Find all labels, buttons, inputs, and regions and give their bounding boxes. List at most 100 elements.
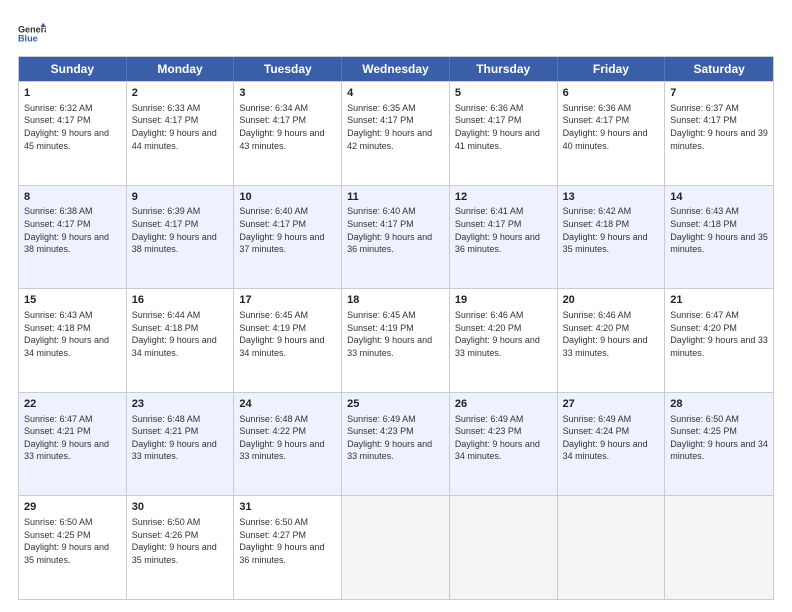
week-row-4: 22 Sunrise: 6:47 AM Sunset: 4:21 PM Dayl… — [19, 392, 773, 496]
header: General Blue — [18, 16, 774, 48]
day-15-cell: 15 Sunrise: 6:43 AM Sunset: 4:18 PM Dayl… — [19, 289, 127, 392]
day-1-cell: 1 Sunrise: 6:32 AM Sunset: 4:17 PM Dayli… — [19, 82, 127, 185]
sunset-text: Sunset: 4:19 PM — [347, 323, 414, 333]
day-27-cell: 27 Sunrise: 6:49 AM Sunset: 4:24 PM Dayl… — [558, 393, 666, 496]
sunrise-text: Sunrise: 6:40 AM — [347, 206, 416, 216]
daylight-text: Daylight: 9 hours and 40 minutes. — [563, 128, 648, 151]
header-wednesday: Wednesday — [342, 57, 450, 81]
day-number: 26 — [455, 397, 552, 412]
day-6-cell: 6 Sunrise: 6:36 AM Sunset: 4:17 PM Dayli… — [558, 82, 666, 185]
day-14-cell: 14 Sunrise: 6:43 AM Sunset: 4:18 PM Dayl… — [665, 186, 773, 289]
daylight-text: Daylight: 9 hours and 34 minutes. — [670, 439, 768, 462]
day-7-cell: 7 Sunrise: 6:37 AM Sunset: 4:17 PM Dayli… — [665, 82, 773, 185]
day-number: 13 — [563, 190, 660, 205]
daylight-text: Daylight: 9 hours and 39 minutes. — [670, 128, 768, 151]
sunrise-text: Sunrise: 6:39 AM — [132, 206, 201, 216]
day-number: 8 — [24, 190, 121, 205]
day-number: 14 — [670, 190, 768, 205]
day-10-cell: 10 Sunrise: 6:40 AM Sunset: 4:17 PM Dayl… — [234, 186, 342, 289]
day-31-cell: 31 Sunrise: 6:50 AM Sunset: 4:27 PM Dayl… — [234, 496, 342, 599]
logo-icon: General Blue — [18, 20, 46, 48]
daylight-text: Daylight: 9 hours and 42 minutes. — [347, 128, 432, 151]
sunset-text: Sunset: 4:27 PM — [239, 530, 306, 540]
sunrise-text: Sunrise: 6:50 AM — [239, 517, 308, 527]
sunset-text: Sunset: 4:17 PM — [347, 115, 414, 125]
day-number: 28 — [670, 397, 768, 412]
daylight-text: Daylight: 9 hours and 38 minutes. — [132, 232, 217, 255]
sunrise-text: Sunrise: 6:35 AM — [347, 103, 416, 113]
day-number: 2 — [132, 86, 229, 101]
week-row-2: 8 Sunrise: 6:38 AM Sunset: 4:17 PM Dayli… — [19, 185, 773, 289]
day-21-cell: 21 Sunrise: 6:47 AM Sunset: 4:20 PM Dayl… — [665, 289, 773, 392]
sunset-text: Sunset: 4:17 PM — [132, 115, 199, 125]
header-saturday: Saturday — [665, 57, 773, 81]
sunrise-text: Sunrise: 6:38 AM — [24, 206, 93, 216]
day-23-cell: 23 Sunrise: 6:48 AM Sunset: 4:21 PM Dayl… — [127, 393, 235, 496]
daylight-text: Daylight: 9 hours and 33 minutes. — [670, 335, 768, 358]
day-number: 12 — [455, 190, 552, 205]
day-number: 19 — [455, 293, 552, 308]
day-17-cell: 17 Sunrise: 6:45 AM Sunset: 4:19 PM Dayl… — [234, 289, 342, 392]
day-number: 15 — [24, 293, 121, 308]
day-number: 6 — [563, 86, 660, 101]
sunset-text: Sunset: 4:17 PM — [132, 219, 199, 229]
sunrise-text: Sunrise: 6:49 AM — [347, 414, 416, 424]
day-number: 5 — [455, 86, 552, 101]
sunset-text: Sunset: 4:25 PM — [24, 530, 91, 540]
sunset-text: Sunset: 4:20 PM — [563, 323, 630, 333]
sunset-text: Sunset: 4:19 PM — [239, 323, 306, 333]
daylight-text: Daylight: 9 hours and 36 minutes. — [455, 232, 540, 255]
daylight-text: Daylight: 9 hours and 35 minutes. — [563, 232, 648, 255]
empty-cell — [665, 496, 773, 599]
day-number: 30 — [132, 500, 229, 515]
daylight-text: Daylight: 9 hours and 43 minutes. — [239, 128, 324, 151]
day-18-cell: 18 Sunrise: 6:45 AM Sunset: 4:19 PM Dayl… — [342, 289, 450, 392]
daylight-text: Daylight: 9 hours and 33 minutes. — [347, 335, 432, 358]
sunrise-text: Sunrise: 6:33 AM — [132, 103, 201, 113]
sunrise-text: Sunrise: 6:37 AM — [670, 103, 739, 113]
sunset-text: Sunset: 4:23 PM — [455, 426, 522, 436]
sunset-text: Sunset: 4:17 PM — [563, 115, 630, 125]
day-number: 16 — [132, 293, 229, 308]
day-16-cell: 16 Sunrise: 6:44 AM Sunset: 4:18 PM Dayl… — [127, 289, 235, 392]
sunrise-text: Sunrise: 6:49 AM — [563, 414, 632, 424]
sunset-text: Sunset: 4:24 PM — [563, 426, 630, 436]
sunset-text: Sunset: 4:18 PM — [132, 323, 199, 333]
sunrise-text: Sunrise: 6:42 AM — [563, 206, 632, 216]
sunset-text: Sunset: 4:20 PM — [670, 323, 737, 333]
daylight-text: Daylight: 9 hours and 33 minutes. — [455, 335, 540, 358]
daylight-text: Daylight: 9 hours and 33 minutes. — [347, 439, 432, 462]
sunrise-text: Sunrise: 6:44 AM — [132, 310, 201, 320]
day-number: 22 — [24, 397, 121, 412]
week-row-3: 15 Sunrise: 6:43 AM Sunset: 4:18 PM Dayl… — [19, 288, 773, 392]
day-20-cell: 20 Sunrise: 6:46 AM Sunset: 4:20 PM Dayl… — [558, 289, 666, 392]
svg-text:Blue: Blue — [18, 34, 38, 44]
daylight-text: Daylight: 9 hours and 35 minutes. — [670, 232, 768, 255]
sunset-text: Sunset: 4:18 PM — [24, 323, 91, 333]
sunrise-text: Sunrise: 6:34 AM — [239, 103, 308, 113]
day-number: 4 — [347, 86, 444, 101]
daylight-text: Daylight: 9 hours and 44 minutes. — [132, 128, 217, 151]
empty-cell — [558, 496, 666, 599]
sunrise-text: Sunrise: 6:45 AM — [239, 310, 308, 320]
day-number: 31 — [239, 500, 336, 515]
empty-cell — [342, 496, 450, 599]
day-number: 25 — [347, 397, 444, 412]
sunrise-text: Sunrise: 6:50 AM — [24, 517, 93, 527]
calendar-header: Sunday Monday Tuesday Wednesday Thursday… — [19, 57, 773, 81]
sunset-text: Sunset: 4:17 PM — [24, 115, 91, 125]
header-monday: Monday — [127, 57, 235, 81]
day-30-cell: 30 Sunrise: 6:50 AM Sunset: 4:26 PM Dayl… — [127, 496, 235, 599]
sunrise-text: Sunrise: 6:48 AM — [239, 414, 308, 424]
sunrise-text: Sunrise: 6:43 AM — [670, 206, 739, 216]
header-friday: Friday — [558, 57, 666, 81]
sunset-text: Sunset: 4:17 PM — [239, 219, 306, 229]
sunset-text: Sunset: 4:21 PM — [132, 426, 199, 436]
sunset-text: Sunset: 4:26 PM — [132, 530, 199, 540]
sunrise-text: Sunrise: 6:48 AM — [132, 414, 201, 424]
day-26-cell: 26 Sunrise: 6:49 AM Sunset: 4:23 PM Dayl… — [450, 393, 558, 496]
sunrise-text: Sunrise: 6:41 AM — [455, 206, 524, 216]
calendar-body: 1 Sunrise: 6:32 AM Sunset: 4:17 PM Dayli… — [19, 81, 773, 599]
day-25-cell: 25 Sunrise: 6:49 AM Sunset: 4:23 PM Dayl… — [342, 393, 450, 496]
day-22-cell: 22 Sunrise: 6:47 AM Sunset: 4:21 PM Dayl… — [19, 393, 127, 496]
